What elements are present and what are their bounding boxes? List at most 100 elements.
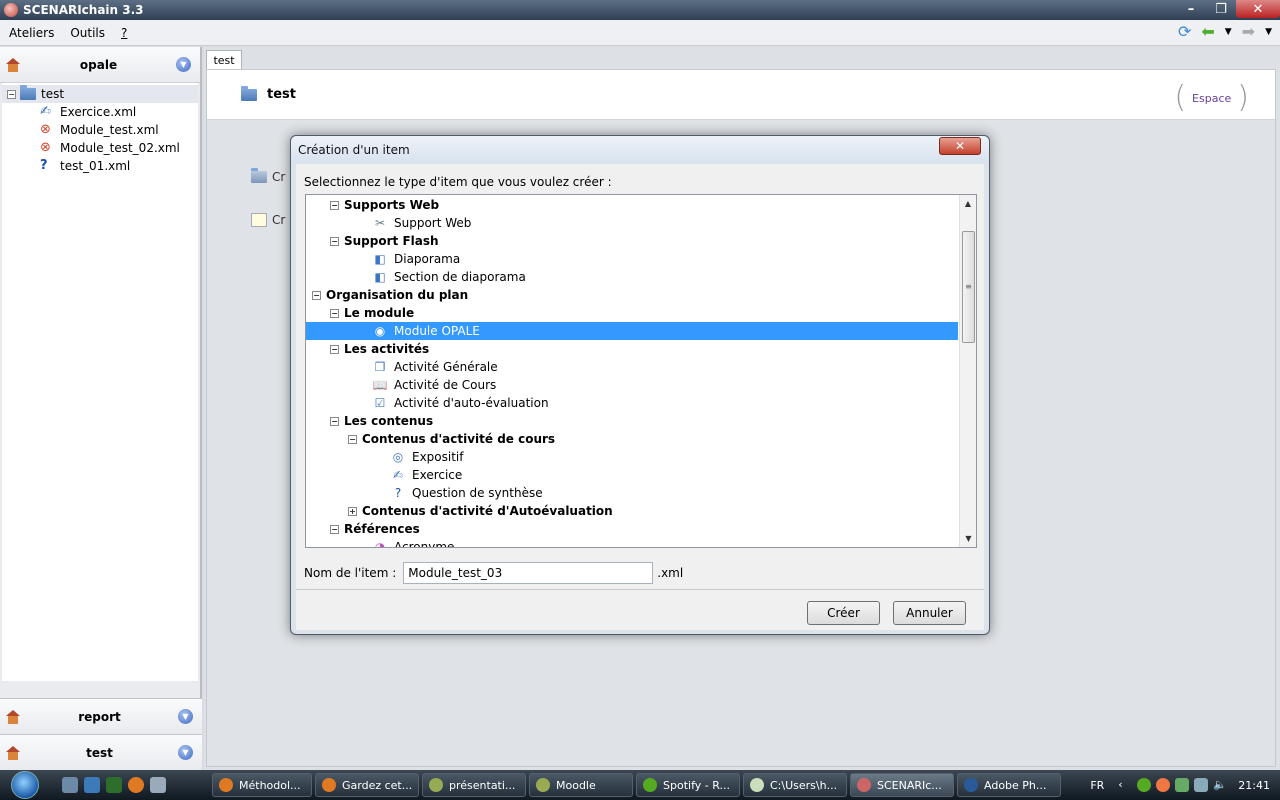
switch-windows-icon[interactable] [84,777,100,793]
workspace-dropdown-icon[interactable]: ▼ [176,57,191,72]
menu-help[interactable]: ? [113,26,135,40]
tree-item-label: Supports Web [344,198,440,212]
tree-group[interactable]: − Supports Web [306,196,958,214]
dialog-separator [296,589,984,590]
dialog-close-button[interactable]: ✕ [939,137,981,155]
tree-item[interactable]: ◧ Section de diaporama [306,268,958,286]
task-app-icon [322,778,336,792]
forward-arrow-icon[interactable]: ➡ [1242,22,1255,41]
task-app-icon [219,778,233,792]
item-name-input[interactable] [403,562,654,584]
show-desktop-icon[interactable] [62,777,78,793]
collapse-icon[interactable]: − [7,89,16,99]
activity-icon: ❐ [374,360,386,374]
collapse-icon[interactable]: − [330,344,339,354]
tree-item[interactable]: ◉ Module OPALE [306,322,958,340]
tree-file[interactable]: ✍ Exercice.xml [2,103,198,121]
taskbar-task-button[interactable]: Gardez cet... [315,773,419,797]
workspace-header-opale[interactable]: opale ▼ [0,47,200,83]
tree-item[interactable]: ✍ Exercice [306,466,958,484]
tree-group[interactable]: − Organisation du plan [306,286,958,304]
tree-item[interactable]: ◧ Diaporama [306,250,958,268]
tree-group[interactable]: + Contenus d'activité d'Autoévaluation [306,502,958,520]
spotify-tray-icon[interactable] [1137,778,1152,792]
scroll-down-icon[interactable]: ▼ [960,530,976,547]
menu-ateliers[interactable]: Ateliers [0,26,62,40]
task-app-icon [750,778,764,792]
tree-item[interactable]: ◎ Expositif [306,448,958,466]
espace-button[interactable]: ( Espace ) [1174,82,1249,114]
tree-group[interactable]: − Le module [306,304,958,322]
volume-icon[interactable]: 🔈 [1213,778,1227,792]
back-arrow-icon[interactable]: ⬅ [1201,22,1214,41]
taskbar-task-button[interactable]: Adobe Ph... [957,773,1061,797]
language-indicator[interactable]: FR [1090,779,1104,792]
history-dropdown-icon[interactable]: ▼ [1225,27,1232,37]
menu-outils[interactable]: Outils [62,26,113,40]
restore-button[interactable]: ❐ [1206,0,1236,18]
taskbar-task-button[interactable]: C:\Users\h... [743,773,847,797]
tree-item[interactable]: ◔ Acronyme [306,538,958,547]
start-button[interactable] [0,770,50,800]
taskbar-task-button[interactable]: Méthodol... [212,773,312,797]
tray-arrow-icon[interactable]: ‹ [1118,778,1132,792]
collapse-icon[interactable]: − [312,290,321,300]
minimize-button[interactable]: – [1176,0,1206,18]
item-type-tree-content: − Supports Web ✂ Support Web − Support Flash ◧… [306,196,958,547]
tree-group[interactable]: − Les activités [306,340,958,358]
close-window-button[interactable]: ✕ [1236,0,1280,18]
network-icon[interactable] [1194,778,1209,792]
tree-file[interactable]: ⊗ Module_test.xml [2,121,198,139]
collapse-icon[interactable]: − [330,308,339,318]
collapse-icon[interactable]: − [330,416,339,426]
battery-icon[interactable] [1175,778,1190,792]
tree-group[interactable]: − Contenus d'activité de cours [306,430,958,448]
refresh-icon[interactable]: ⟳ [1178,22,1191,41]
forward-dropdown-icon[interactable]: ▼ [1265,27,1272,37]
tree-root-folder[interactable]: − test [2,85,198,103]
tree-item[interactable]: ✂ Support Web [306,214,958,232]
workshop-house-icon [5,709,21,724]
tree-file[interactable]: ? test_01.xml [2,157,198,175]
taskbar-task-button[interactable]: Spotify - R... [636,773,740,797]
create-folder-link[interactable]: Cr [251,168,285,184]
scroll-up-icon[interactable]: ▲ [960,195,976,212]
workspace-header-report[interactable]: report ▼ [0,698,202,734]
tree-item-label: Exercice [412,468,463,482]
tree-file[interactable]: ⊗ Module_test_02.xml [2,139,198,157]
workspace-header-test[interactable]: test ▼ [0,734,202,770]
workspace-dropdown-icon[interactable]: ▼ [178,745,193,760]
terminal-icon[interactable] [106,777,122,793]
create-item-link[interactable]: Cr [251,213,285,227]
question-icon: ? [40,158,48,173]
tree-group[interactable]: − Support Flash [306,232,958,250]
tree-group[interactable]: − Les contenus [306,412,958,430]
tree-item[interactable]: ☑ Activité d'auto-évaluation [306,394,958,412]
workspace-name: test [86,745,113,760]
taskbar-task-button[interactable]: présentati... [422,773,526,797]
tree-item[interactable]: 📖 Activité de Cours [306,376,958,394]
item-type-tree[interactable]: − Supports Web ✂ Support Web − Support Flash ◧… [305,194,977,548]
tree-group[interactable]: − Références [306,520,958,538]
scroll-thumb[interactable]: ≡ [962,231,975,343]
firefox-icon[interactable] [128,777,144,793]
tree-item-label: Contenus d'activité de cours [362,432,556,446]
expand-icon[interactable]: + [348,506,357,516]
clock[interactable]: 21:41 [1238,779,1270,792]
workspace-dropdown-icon[interactable]: ▼ [178,709,193,724]
tab-test[interactable]: test [206,50,242,70]
tree-item[interactable]: ? Question de synthèse [306,484,958,502]
collapse-icon[interactable]: − [330,524,339,534]
tree-item[interactable]: ❐ Activité Générale [306,358,958,376]
cancel-button[interactable]: Annuler [893,601,966,625]
create-button[interactable]: Créer [807,601,880,625]
collapse-icon[interactable]: − [348,434,357,444]
computer-icon[interactable] [150,777,166,793]
update-tray-icon[interactable] [1156,778,1171,792]
vertical-scrollbar[interactable]: ▲ ≡ ▼ [959,195,976,547]
collapse-icon[interactable]: − [330,236,339,246]
taskbar-task-button[interactable]: SCENARIc... [850,773,954,797]
taskbar-task-button[interactable]: Moodle [529,773,633,797]
folder-icon [241,85,257,101]
collapse-icon[interactable]: − [330,200,339,210]
